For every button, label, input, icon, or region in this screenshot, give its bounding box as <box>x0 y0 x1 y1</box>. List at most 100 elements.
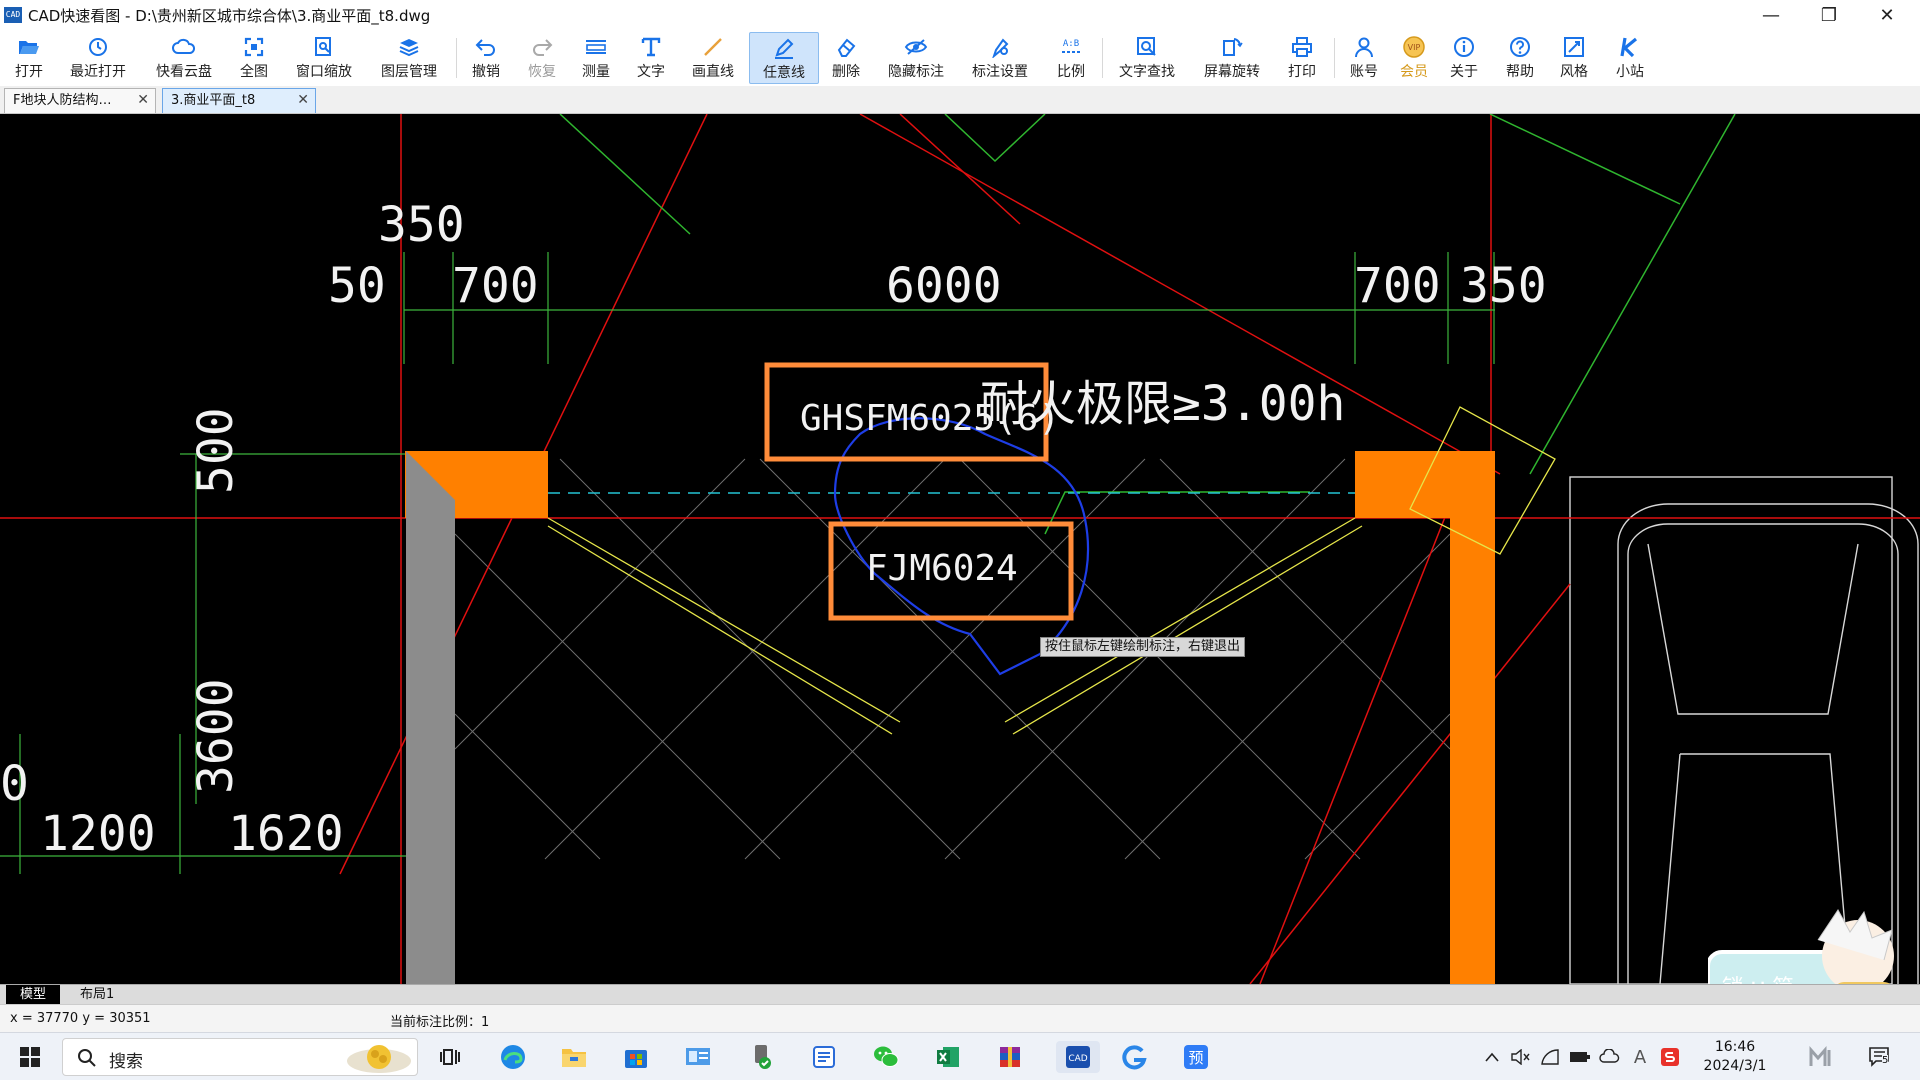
corner-app-icon[interactable] <box>1806 1041 1838 1073</box>
dim-text-1620: 1620 <box>228 806 344 862</box>
toolbar-cloud-button[interactable]: 快看云盘 <box>152 32 216 84</box>
ruler-icon <box>584 35 608 59</box>
toolbar-about-button[interactable]: 关于 <box>1446 32 1482 84</box>
toolbar-open-button[interactable]: 打开 <box>10 32 48 84</box>
toolbar-separator <box>1102 38 1103 78</box>
file-tab-bar: F地块人防结构… ✕ 3.商业平面_t8 ✕ <box>0 86 1920 114</box>
dim-text-3600: 3600 <box>188 678 244 794</box>
excel-icon[interactable] <box>932 1041 964 1073</box>
help-icon <box>1508 35 1532 59</box>
floor-hatch <box>454 458 1451 860</box>
taskbar: 搜索 CAD 预 A 16:46 2024/3/1 5 <box>0 1032 1920 1080</box>
notification-count: 5 <box>1882 1055 1889 1066</box>
rotate-screen-icon <box>1220 35 1244 59</box>
redo-icon <box>530 35 554 59</box>
layout-tab-layout1[interactable]: 布局1 <box>66 985 128 1004</box>
toolbar-text-button[interactable]: 文字 <box>633 32 669 84</box>
toolbar-redo-button[interactable]: 恢复 <box>524 32 560 84</box>
eye-hide-icon <box>904 35 928 59</box>
microsoft-store-icon[interactable] <box>620 1041 652 1073</box>
dim-text-0: 0 <box>0 756 29 812</box>
mascot-text: 锁 ∷ 简 <box>1722 970 1794 984</box>
toolbar-erase-button[interactable]: 删除 <box>828 32 864 84</box>
clock-date: 2024/3/1 <box>1703 1058 1767 1074</box>
chevron-up-icon[interactable] <box>1482 1041 1502 1073</box>
file-explorer-icon[interactable] <box>558 1041 590 1073</box>
label-door-fjm: FJM6024 <box>866 548 1018 589</box>
taskbar-clock[interactable]: 16:46 2024/3/1 <box>1690 1038 1780 1076</box>
text-icon <box>639 35 663 59</box>
toolbar-print-button[interactable]: 打印 <box>1284 32 1320 84</box>
toolbar-measure-button[interactable]: 测量 <box>578 32 614 84</box>
toolbar-help-button[interactable]: 帮助 <box>1502 32 1538 84</box>
ime-indicator-icon[interactable]: A <box>1628 1041 1652 1073</box>
cad-viewer-taskbar-icon[interactable]: CAD <box>1056 1041 1100 1073</box>
toolbar-separator <box>1334 38 1335 78</box>
wifi-icon[interactable] <box>1538 1041 1562 1073</box>
task-view-icon[interactable] <box>434 1041 466 1073</box>
file-tab-1[interactable]: F地块人防结构… ✕ <box>4 88 156 113</box>
undo-icon <box>474 35 498 59</box>
minimize-button[interactable]: — <box>1742 0 1800 30</box>
search-highlight-icon <box>347 1045 411 1073</box>
layout-tab-model[interactable]: 模型 <box>6 985 61 1004</box>
toolbar-undo-button[interactable]: 撤销 <box>468 32 504 84</box>
layout-tab-bar: 模型 布局1 <box>0 984 1920 1004</box>
draw-tooltip: 按住鼠标左键绘制标注，右键退出 <box>1040 637 1246 657</box>
edge-browser-icon[interactable] <box>497 1041 529 1073</box>
toolbar-account-button[interactable]: 账号 <box>1346 32 1382 84</box>
folder-open-icon <box>17 35 41 59</box>
toolbar-full-button[interactable]: 全图 <box>237 32 271 84</box>
winrar-icon[interactable] <box>994 1041 1026 1073</box>
toolbar: 打开 最近打开 快看云盘 全图 窗口缩放 图层管理 撤销 恢复 测量 文字 画直… <box>0 30 1920 86</box>
toolbar-site-button[interactable]: 小站 <box>1612 32 1648 84</box>
windows-start-icon[interactable] <box>14 1041 46 1073</box>
toolbar-markset-button[interactable]: 标注设置 <box>968 32 1032 84</box>
dim-text-700-left: 700 <box>452 258 539 314</box>
toolbar-separator <box>456 38 457 78</box>
tray-s-app-icon[interactable] <box>1658 1041 1682 1073</box>
toolbar-rotate-button[interactable]: 屏幕旋转 <box>1200 32 1264 84</box>
toolbar-style-button[interactable]: 风格 <box>1556 32 1592 84</box>
notification-center-icon[interactable]: 5 <box>1864 1041 1896 1073</box>
clock-time: 16:46 <box>1714 1039 1756 1055</box>
vip-icon: VIP <box>1402 35 1426 59</box>
notepad-app-icon[interactable] <box>808 1041 840 1073</box>
network-cloud-icon[interactable] <box>1598 1041 1622 1073</box>
control-panel-icon[interactable] <box>682 1041 714 1073</box>
usb-tool-icon[interactable] <box>745 1041 777 1073</box>
status-coordinates: x = 37770 y = 30351 <box>10 1011 151 1026</box>
toolbar-hide-button[interactable]: 隐藏标注 <box>884 32 948 84</box>
toolbar-freehand-button[interactable]: 任意线 <box>749 32 819 84</box>
wechat-icon[interactable] <box>870 1041 902 1073</box>
toolbar-vip-button[interactable]: VIP 会员 <box>1396 32 1432 84</box>
dim-text-50: 50 <box>328 258 386 314</box>
pencil-icon <box>772 36 796 60</box>
close-icon[interactable]: ✕ <box>137 89 149 112</box>
drawing-canvas[interactable]: 350 50 700 6000 700 350 500 3600 0 1200 … <box>0 114 1920 984</box>
taskbar-search-box[interactable]: 搜索 <box>62 1038 418 1076</box>
toolbar-findtext-button[interactable]: 文字查找 <box>1115 32 1179 84</box>
line-icon <box>701 35 725 59</box>
battery-icon[interactable] <box>1568 1041 1592 1073</box>
preview-app-icon[interactable]: 预 <box>1180 1041 1212 1073</box>
restore-button[interactable]: ❐ <box>1800 0 1858 30</box>
window-title: CAD快速看图 - D:\贵州新区城市综合体\3.商业平面_t8.dwg <box>28 6 431 25</box>
site-k-icon <box>1618 35 1642 59</box>
info-icon <box>1452 35 1476 59</box>
scale-icon: A:B <box>1059 35 1083 59</box>
toolbar-zoom-button[interactable]: 窗口缩放 <box>292 32 356 84</box>
browser-g-icon[interactable] <box>1118 1041 1150 1073</box>
toolbar-line-button[interactable]: 画直线 <box>688 32 738 84</box>
layers-icon <box>397 35 421 59</box>
dim-text-6000: 6000 <box>886 258 1002 314</box>
close-button[interactable]: ✕ <box>1858 0 1916 30</box>
file-tab-2[interactable]: 3.商业平面_t8 ✕ <box>162 88 316 113</box>
toolbar-recent-button[interactable]: 最近打开 <box>66 32 130 84</box>
eraser-icon <box>834 35 858 59</box>
speaker-mute-icon[interactable] <box>1508 1041 1532 1073</box>
toolbar-layers-button[interactable]: 图层管理 <box>377 32 441 84</box>
close-icon[interactable]: ✕ <box>297 89 309 112</box>
title-bar: CAD CAD快速看图 - D:\贵州新区城市综合体\3.商业平面_t8.dwg… <box>0 0 1920 30</box>
toolbar-scale-button[interactable]: A:B 比例 <box>1053 32 1089 84</box>
